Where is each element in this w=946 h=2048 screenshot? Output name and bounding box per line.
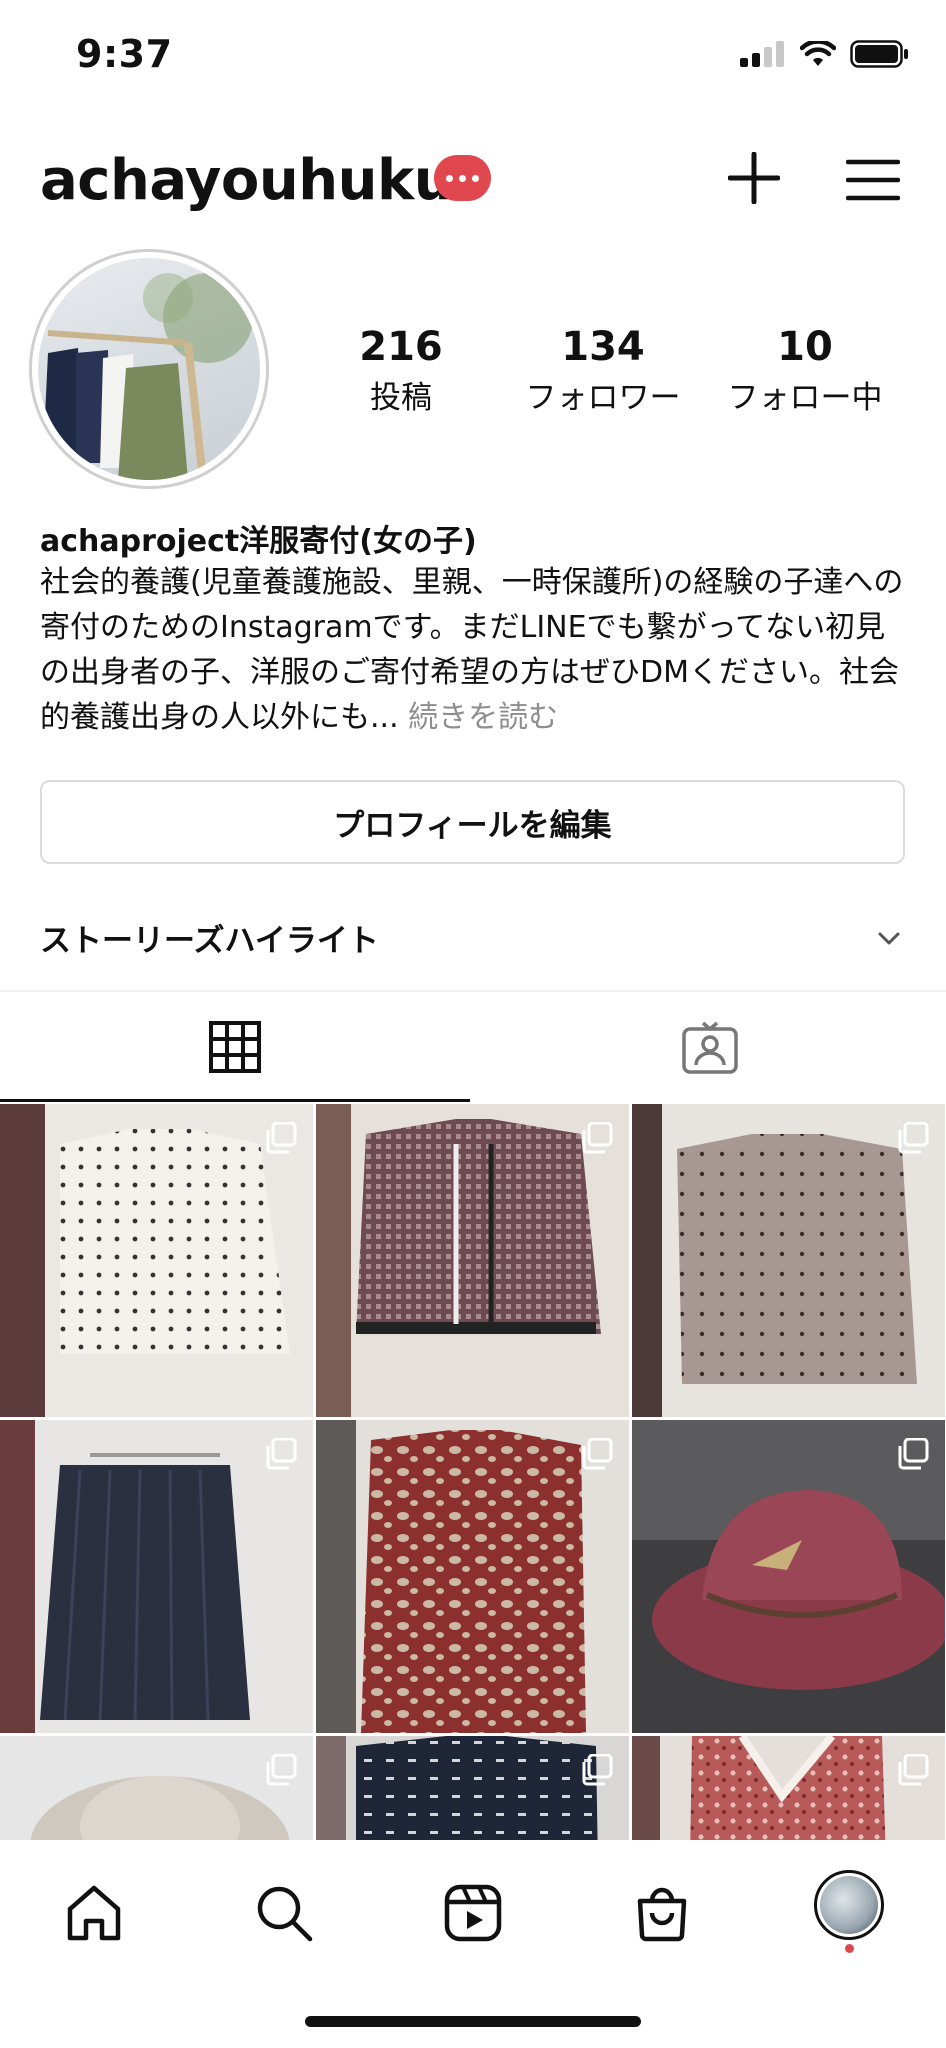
profile-avatar-icon [820, 1876, 878, 1934]
home-indicator[interactable] [305, 2016, 641, 2027]
story-highlights-title[interactable]: ストーリーズハイライト [40, 915, 379, 960]
multiple-photos-icon [266, 1122, 297, 1154]
post-red-felt-hat[interactable] [632, 1420, 945, 1733]
multiple-photos-icon [898, 1122, 929, 1154]
nav-home[interactable] [59, 1878, 129, 1948]
multiple-photos-icon [898, 1754, 929, 1786]
post-image [632, 1736, 886, 1840]
tab-grid[interactable] [0, 992, 470, 1102]
clothes-rack-illustration [43, 273, 253, 480]
tagged-person-icon [681, 1021, 738, 1074]
stat-following[interactable]: 10 フォロー中 [705, 324, 905, 417]
status-icons [740, 40, 910, 68]
active-tab-indicator [0, 1099, 470, 1102]
status-time: 9:37 [76, 32, 173, 76]
post-image [316, 1736, 598, 1840]
post-tweed-jacket[interactable] [316, 1104, 629, 1417]
stat-posts-label: 投稿 [370, 380, 432, 416]
stat-followers-count: 134 [561, 324, 645, 370]
multiple-photos-icon [266, 1438, 297, 1470]
wifi-icon [800, 40, 836, 66]
nav-profile[interactable] [814, 1870, 884, 1940]
stat-following-label: フォロー中 [727, 380, 883, 416]
multiple-photos-icon [898, 1438, 929, 1470]
badge-dot [446, 174, 453, 182]
post-red-leopard-coat[interactable] [316, 1420, 629, 1733]
home-icon [67, 1885, 121, 1941]
badge-dot [459, 174, 466, 182]
signal-bars-icon [740, 41, 784, 67]
shopping-bag-icon [637, 1887, 687, 1942]
reels-icon [444, 1884, 502, 1942]
post-navy-print-blouse[interactable] [316, 1736, 629, 1840]
multiple-photos-icon [582, 1438, 613, 1470]
nav-search[interactable] [249, 1878, 319, 1948]
notification-badge[interactable] [434, 155, 491, 201]
profile-display-name: achaproject洋服寄付(女の子) [40, 524, 477, 559]
profile-bio: 社会的養護(児童養護施設、里親、一時保護所)の経験の子達への寄付のためのInst… [40, 560, 910, 740]
hamburger-menu-icon[interactable] [846, 158, 900, 202]
nav-shop[interactable] [627, 1878, 697, 1948]
nav-reels[interactable] [438, 1878, 508, 1948]
chevron-down-icon[interactable] [876, 925, 902, 951]
badge-dot [472, 174, 479, 182]
create-plus-icon[interactable] [728, 152, 780, 204]
profile-username: achayouhuku [40, 148, 454, 213]
post-beige-dot-blouse[interactable] [632, 1104, 945, 1417]
post-navy-pleated-skirt[interactable] [0, 1420, 313, 1733]
stat-posts-count: 216 [359, 324, 443, 370]
edit-profile-button[interactable]: プロフィールを編集 [40, 780, 905, 864]
post-beige-hat[interactable] [0, 1736, 313, 1840]
post-red-floral-dress[interactable] [632, 1736, 945, 1840]
bio-more-link[interactable]: 続きを読む [408, 700, 558, 735]
avatar-image [38, 258, 260, 480]
multiple-photos-icon [266, 1754, 297, 1786]
battery-icon [850, 40, 908, 68]
search-icon [257, 1886, 313, 1942]
grid-icon [209, 1021, 261, 1073]
tab-tagged[interactable] [473, 992, 946, 1102]
profile-avatar[interactable] [29, 249, 269, 489]
bottom-navigation [0, 1840, 946, 2048]
post-white-dot-blouse[interactable] [0, 1104, 313, 1417]
profile-notification-dot [845, 1944, 854, 1953]
stat-posts[interactable]: 216 投稿 [301, 324, 501, 417]
stat-following-count: 10 [777, 324, 833, 370]
stat-followers[interactable]: 134 フォロワー [503, 324, 703, 417]
stat-followers-label: フォロワー [525, 380, 681, 416]
multiple-photos-icon [582, 1122, 613, 1154]
post-image [30, 1776, 290, 1840]
multiple-photos-icon [582, 1754, 613, 1786]
posts-grid [0, 1104, 946, 1840]
